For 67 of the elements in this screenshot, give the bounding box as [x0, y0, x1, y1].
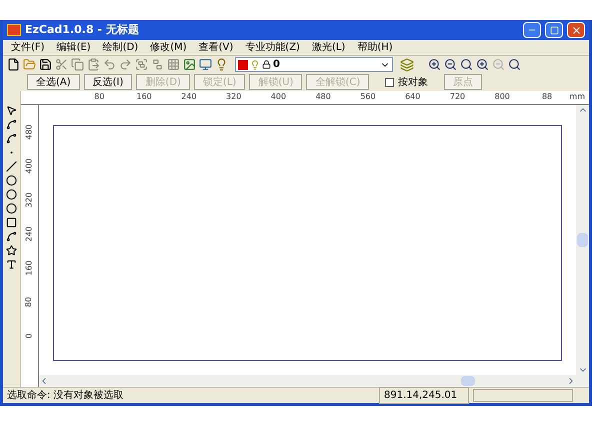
ruler-label: 320: [24, 192, 34, 208]
circle-icon[interactable]: [6, 189, 17, 200]
ruler-label: 160: [24, 260, 34, 276]
ruler-label: 480: [24, 124, 34, 140]
horizontal-scrollbar[interactable]: [39, 375, 589, 387]
zoom-out-icon[interactable]: [444, 58, 457, 71]
toolbar-button[interactable]: 反选(I): [84, 74, 132, 90]
lightbulb-icon: [250, 60, 260, 70]
new-file-icon[interactable]: [7, 58, 20, 71]
ruler-label: 560: [359, 91, 377, 103]
menu-item[interactable]: 激光(L): [312, 40, 346, 55]
checkbox[interactable]: [385, 78, 394, 86]
lock-icon: [262, 60, 271, 69]
close-icon: [570, 24, 582, 36]
ruler-label: 80: [93, 91, 106, 103]
scroll-thumb[interactable]: [460, 376, 474, 386]
close-button[interactable]: [567, 22, 585, 38]
layer-combo[interactable]: 0: [235, 57, 393, 72]
zoom-icon[interactable]: [460, 58, 473, 71]
ruler-label: 240: [24, 226, 34, 242]
menu-item[interactable]: 绘制(D): [102, 40, 138, 55]
ruler-label: 640: [404, 91, 422, 103]
monitor-icon[interactable]: [199, 58, 212, 71]
ruler-label: 0: [24, 333, 34, 339]
minimize-button[interactable]: [523, 22, 541, 38]
ruler-label: 400: [24, 158, 34, 174]
window-title: EzCad1.0.8 - 无标题: [25, 22, 139, 38]
checkbox-label: 按对象: [398, 76, 428, 90]
ruler-label: 88: [540, 91, 554, 103]
menu-item[interactable]: 专业功能(Z): [245, 40, 300, 55]
status-message: 选取命令: 没有对象被选取: [6, 388, 125, 403]
menu-item[interactable]: 编辑(E): [56, 40, 91, 55]
ruler-label: 800: [494, 91, 511, 103]
toolbar-button[interactable]: 全选(A): [27, 74, 80, 90]
ruler-label: 320: [225, 91, 242, 103]
zoom-in-icon[interactable]: [428, 58, 441, 71]
ruler-label: 160: [136, 91, 153, 103]
color-swatch-icon: [238, 60, 248, 70]
lightbulb-icon[interactable]: [215, 58, 228, 71]
menu-item[interactable]: 文件(F): [11, 40, 45, 55]
menu-item[interactable]: 帮助(H): [357, 40, 393, 55]
search-icon[interactable]: [508, 58, 521, 71]
layers-icon[interactable]: [400, 58, 414, 72]
ruler-label: 240: [180, 91, 198, 103]
line-icon[interactable]: [6, 161, 17, 172]
rectangle-icon[interactable]: [6, 217, 17, 228]
menu-item[interactable]: 修改(M): [150, 40, 187, 55]
save-icon[interactable]: [39, 58, 52, 71]
maximize-icon: [550, 26, 558, 34]
ruler-label: 480: [314, 91, 332, 103]
ruler-label: 400: [270, 91, 288, 103]
scroll-thumb[interactable]: [577, 233, 588, 247]
maximize-button[interactable]: [545, 22, 563, 38]
coordinates: 891.14,245.01: [379, 387, 469, 404]
pointer-icon[interactable]: [6, 105, 17, 116]
image-icon[interactable]: [183, 58, 196, 71]
zoom-in-icon[interactable]: [476, 58, 489, 71]
layer-value: 0: [273, 58, 281, 72]
star-icon[interactable]: [6, 245, 17, 256]
ruler-label: 80: [24, 296, 34, 308]
ruler-unit: mm: [569, 91, 586, 103]
menu-item[interactable]: 查看(V): [198, 40, 234, 55]
vertical-scrollbar[interactable]: [576, 105, 589, 375]
ruler-label: 720: [448, 91, 466, 103]
curve-icon[interactable]: [6, 133, 17, 144]
text-icon[interactable]: [6, 259, 17, 270]
app-logo-icon: [7, 24, 21, 36]
